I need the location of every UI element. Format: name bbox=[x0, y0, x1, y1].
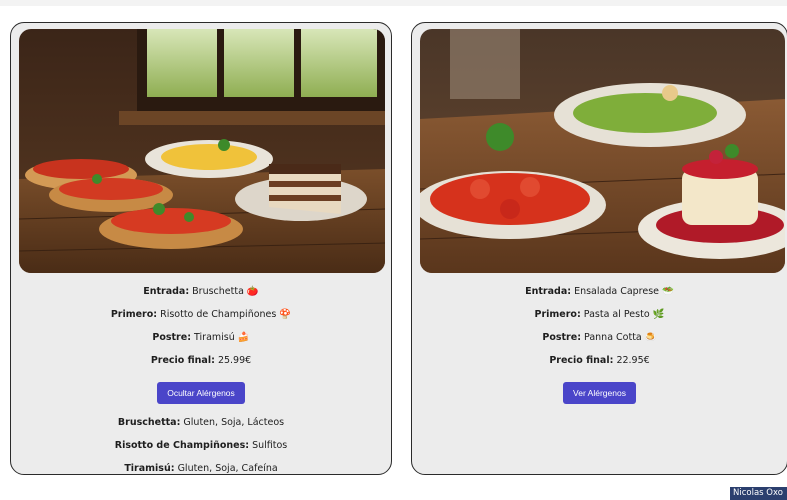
show-allergens-button[interactable]: Ver Alérgenos bbox=[563, 382, 636, 404]
top-strip bbox=[0, 0, 787, 6]
precio-label: Precio final: bbox=[150, 355, 215, 366]
allergen-list: Sulfitos bbox=[252, 440, 288, 451]
allergen-list: Gluten, Soja, Lácteos bbox=[183, 417, 285, 428]
precio-label: Precio final: bbox=[549, 355, 614, 366]
precio-line: Precio final: 22.95€ bbox=[412, 354, 787, 377]
postre-value: Panna Cotta 🍮 bbox=[584, 332, 657, 343]
primero-line: Primero: Risotto de Champiñones 🍄 bbox=[11, 308, 391, 331]
primero-value: Risotto de Champiñones 🍄 bbox=[160, 309, 292, 320]
allergen-dish: Bruschetta: bbox=[117, 417, 181, 428]
precio-value: 25.99€ bbox=[217, 355, 252, 366]
user-name-chip[interactable]: Nicolas Oxo bbox=[730, 487, 787, 500]
food-photo-illustration bbox=[420, 29, 785, 273]
allergen-list: Gluten, Soja, Cafeína bbox=[177, 463, 278, 474]
entrada-line: Entrada: Ensalada Caprese 🥗 bbox=[412, 285, 787, 308]
precio-line: Precio final: 25.99€ bbox=[11, 354, 391, 377]
entrada-label: Entrada: bbox=[143, 286, 190, 297]
allergen-line-risotto: Risotto de Champiñones: Sulfitos bbox=[11, 439, 391, 462]
allergen-line-tiramisu: Tiramisú: Gluten, Soja, Cafeína bbox=[11, 462, 391, 474]
allergen-dish: Tiramisú: bbox=[124, 463, 175, 474]
allergen-line-bruschetta: Bruschetta: Gluten, Soja, Lácteos bbox=[11, 416, 391, 439]
menu-details-2: Entrada: Ensalada Caprese 🥗 Primero: Pas… bbox=[412, 285, 787, 416]
entrada-line: Entrada: Bruschetta 🍅 bbox=[11, 285, 391, 308]
primero-value: Pasta al Pesto 🌿 bbox=[583, 309, 665, 320]
entrada-value: Ensalada Caprese 🥗 bbox=[574, 286, 674, 297]
postre-value: Tiramisú 🍰 bbox=[194, 332, 250, 343]
menu-card-1: Entrada: Bruschetta 🍅 Primero: Risotto d… bbox=[10, 22, 392, 475]
postre-line: Postre: Tiramisú 🍰 bbox=[11, 331, 391, 354]
menu-details-1: Entrada: Bruschetta 🍅 Primero: Risotto d… bbox=[11, 285, 391, 474]
page: Entrada: Bruschetta 🍅 Primero: Risotto d… bbox=[0, 0, 787, 500]
postre-label: Postre: bbox=[152, 332, 191, 343]
primero-label: Primero: bbox=[534, 309, 581, 320]
menu-card-2: Entrada: Ensalada Caprese 🥗 Primero: Pas… bbox=[411, 22, 787, 475]
food-photo-illustration bbox=[19, 29, 385, 273]
entrada-value: Bruschetta 🍅 bbox=[192, 286, 259, 297]
menu-photo-caprese-pesto-pannacotta bbox=[420, 29, 785, 273]
menu-photo-bruschetta-risotto-tiramisu bbox=[19, 29, 385, 273]
hide-allergens-button[interactable]: Ocultar Alérgenos bbox=[157, 382, 245, 404]
entrada-label: Entrada: bbox=[525, 286, 572, 297]
postre-line: Postre: Panna Cotta 🍮 bbox=[412, 331, 787, 354]
primero-label: Primero: bbox=[110, 309, 158, 320]
allergen-dish: Risotto de Champiñones: bbox=[114, 440, 250, 451]
primero-line: Primero: Pasta al Pesto 🌿 bbox=[412, 308, 787, 331]
precio-value: 22.95€ bbox=[616, 355, 650, 366]
postre-label: Postre: bbox=[542, 332, 581, 343]
